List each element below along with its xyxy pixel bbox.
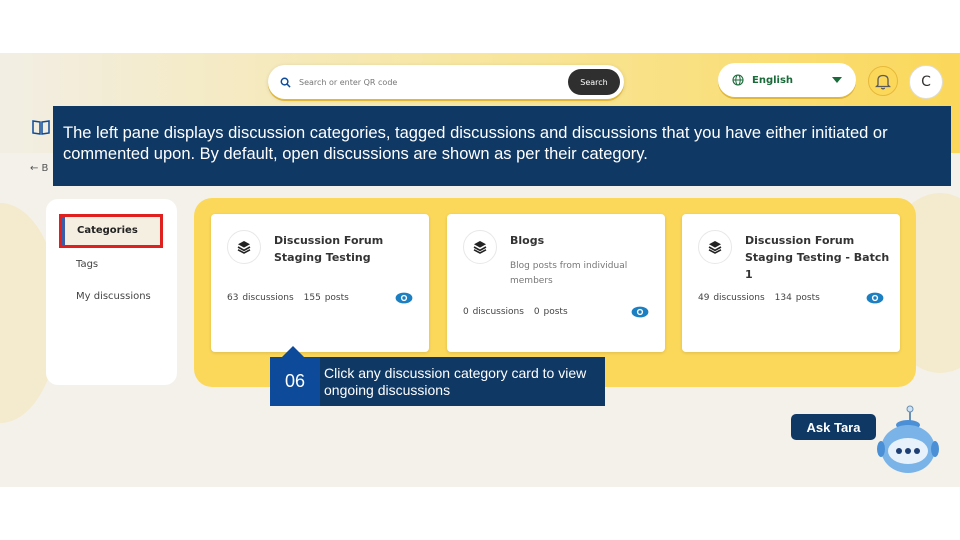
bell-icon xyxy=(875,74,891,89)
ask-tara-button[interactable]: Ask Tara xyxy=(791,414,876,440)
language-select[interactable]: English xyxy=(718,63,856,97)
back-link[interactable]: ← B xyxy=(30,163,48,174)
card-stats: 63 discussions 155 posts xyxy=(227,293,349,303)
step-number: 06 xyxy=(270,357,320,406)
categories-highlight-box xyxy=(59,214,163,248)
eye-icon[interactable] xyxy=(866,292,884,304)
slide: Search or enter QR code Search English C xyxy=(0,0,960,540)
post-count: 134 posts xyxy=(774,293,820,303)
sidebar-item-my-discussions[interactable]: My discussions xyxy=(76,291,151,302)
category-card[interactable]: Discussion Forum Staging Testing - Batch… xyxy=(682,214,900,352)
card-title: Discussion Forum Staging Testing - Batch… xyxy=(745,234,890,281)
post-count: 155 posts xyxy=(303,293,349,303)
step-callout: 06 Click any discussion category card to… xyxy=(270,357,605,406)
language-value: English xyxy=(752,74,794,86)
card-title: Discussion Forum Staging Testing xyxy=(274,234,384,264)
post-count: 0 posts xyxy=(533,307,568,317)
search-button[interactable]: Search xyxy=(568,69,620,95)
eye-icon[interactable] xyxy=(395,292,413,304)
eye-icon[interactable] xyxy=(631,306,649,318)
layers-icon xyxy=(463,230,497,264)
card-description: Blog posts from individual members xyxy=(510,261,628,286)
discussion-count: 49 discussions xyxy=(698,293,765,303)
step-text: Click any discussion category card to vi… xyxy=(324,365,587,398)
search-icon xyxy=(280,77,291,88)
card-title: Blogs xyxy=(510,234,545,247)
discussion-count: 63 discussions xyxy=(227,293,294,303)
layers-icon xyxy=(698,230,732,264)
search-bar[interactable]: Search or enter QR code Search xyxy=(268,65,624,99)
discussion-count: 0 discussions xyxy=(463,307,524,317)
globe-icon xyxy=(732,74,744,86)
card-stats: 0 discussions 0 posts xyxy=(463,307,568,317)
category-card[interactable]: Blogs Blog posts from individual members… xyxy=(447,214,665,352)
avatar[interactable]: C xyxy=(909,65,943,99)
search-input[interactable]: Search or enter QR code xyxy=(299,78,568,87)
caret-down-icon xyxy=(832,77,842,83)
layers-icon xyxy=(227,230,261,264)
card-stats: 49 discussions 134 posts xyxy=(698,293,820,303)
sidebar-item-tags[interactable]: Tags xyxy=(76,259,98,270)
category-card[interactable]: Discussion Forum Staging Testing 63 disc… xyxy=(211,214,429,352)
notifications-button[interactable] xyxy=(868,66,898,96)
book-icon xyxy=(32,120,50,135)
tutorial-banner: The left pane displays discussion catego… xyxy=(53,106,951,186)
robot-assistant-icon[interactable] xyxy=(876,405,940,477)
